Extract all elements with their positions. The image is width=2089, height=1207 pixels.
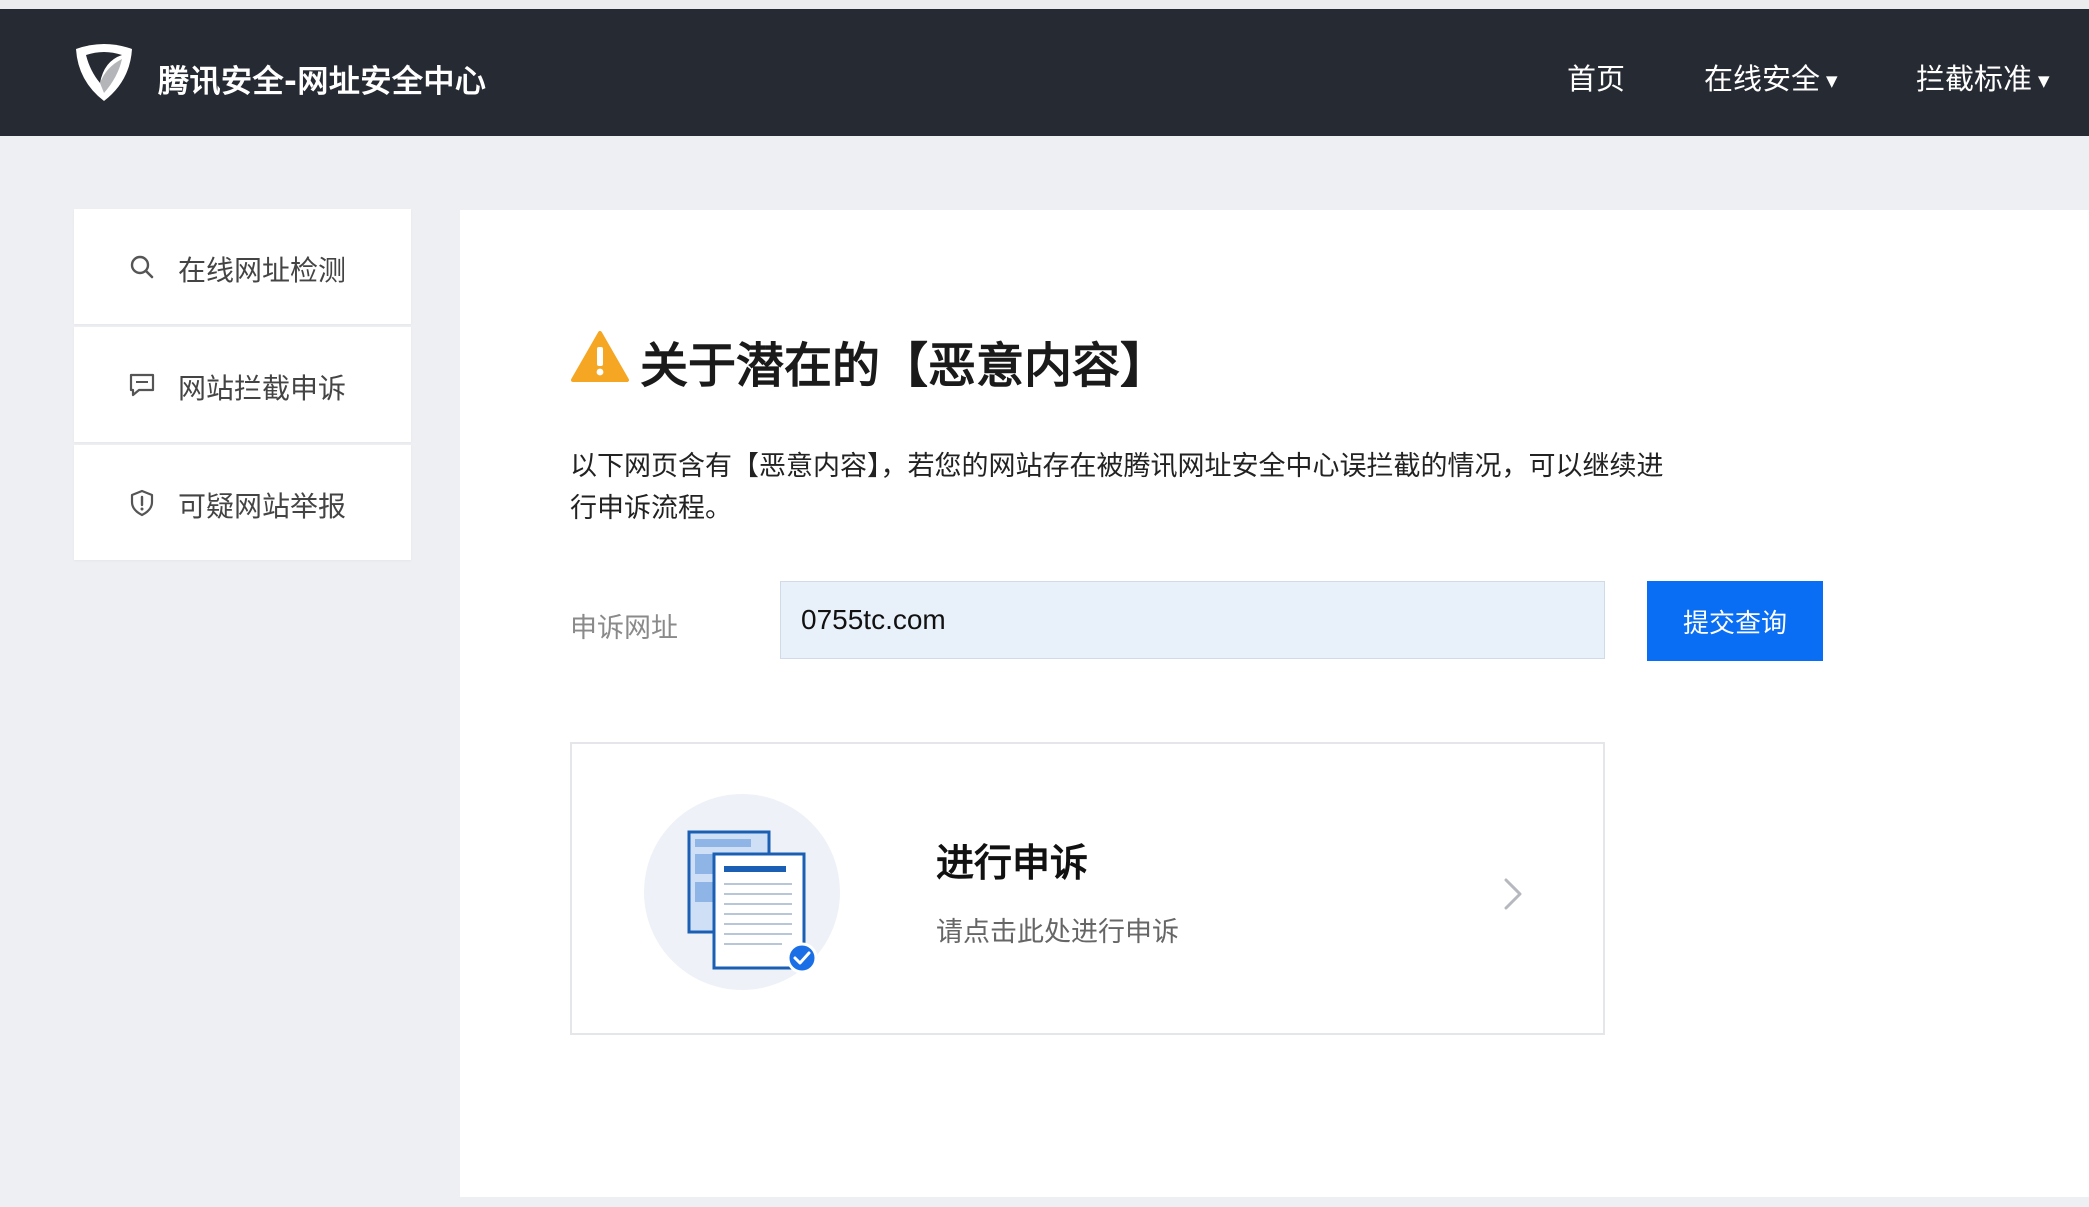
- sidebar-item-label: 可疑网站举报: [178, 490, 347, 523]
- nav-online-security[interactable]: 在线安全 ▼: [1704, 56, 1838, 98]
- tencent-security-shield-icon[interactable]: [70, 39, 138, 107]
- nav-home[interactable]: 首页: [1567, 56, 1625, 98]
- caret-down-icon: ▼: [2038, 72, 2050, 90]
- top-nav-bar: 腾讯安全-网址安全中心 首页 在线安全 ▼ 拦截标准 ▼: [0, 9, 2089, 136]
- url-field-label: 申诉网址: [570, 613, 678, 644]
- nav-block-standards-label: 拦截标准: [1916, 62, 2033, 96]
- submit-query-button[interactable]: 提交查询: [1647, 581, 1823, 661]
- sidebar: 在线网址检测 网站拦截申诉 可疑网站举报: [74, 209, 411, 563]
- caret-down-icon: ▼: [1826, 72, 1838, 90]
- nav-home-label: 首页: [1567, 62, 1626, 96]
- page-description: 以下网页含有【恶意内容】，若您的网站存在被腾讯网址安全中心误拦截的情况，可以继续…: [570, 451, 1664, 524]
- site-brand-title[interactable]: 腾讯安全-网址安全中心: [158, 56, 486, 101]
- warning-icon: [571, 331, 629, 382]
- main-panel: 关于潜在的【恶意内容】 以下网页含有【恶意内容】，若您的网站存在被腾讯网址安全中…: [460, 210, 2089, 1197]
- document-check-icon: [644, 794, 840, 990]
- appeal-card-subtitle: 请点击此处进行申诉: [936, 917, 1179, 948]
- sidebar-item-appeal[interactable]: 网站拦截申诉: [74, 327, 411, 442]
- chevron-right-icon: [1504, 878, 1522, 910]
- search-icon: [130, 255, 154, 279]
- shield-alert-icon: [130, 489, 154, 517]
- sidebar-item-report[interactable]: 可疑网站举报: [74, 445, 411, 560]
- sidebar-item-url-check[interactable]: 在线网址检测: [74, 209, 411, 324]
- nav-block-standards[interactable]: 拦截标准 ▼: [1916, 56, 2050, 98]
- appeal-url-input[interactable]: [780, 581, 1605, 659]
- appeal-card-title: 进行申诉: [936, 841, 1089, 885]
- sidebar-item-label: 在线网址检测: [178, 254, 347, 287]
- sidebar-item-label: 网站拦截申诉: [178, 372, 347, 405]
- appeal-card[interactable]: 进行申诉 请点击此处进行申诉: [570, 742, 1605, 1035]
- top-strip: [0, 0, 2089, 9]
- message-icon: [129, 373, 155, 397]
- nav-online-security-label: 在线安全: [1704, 62, 1821, 96]
- page-title: 关于潜在的【恶意内容】: [640, 338, 1169, 394]
